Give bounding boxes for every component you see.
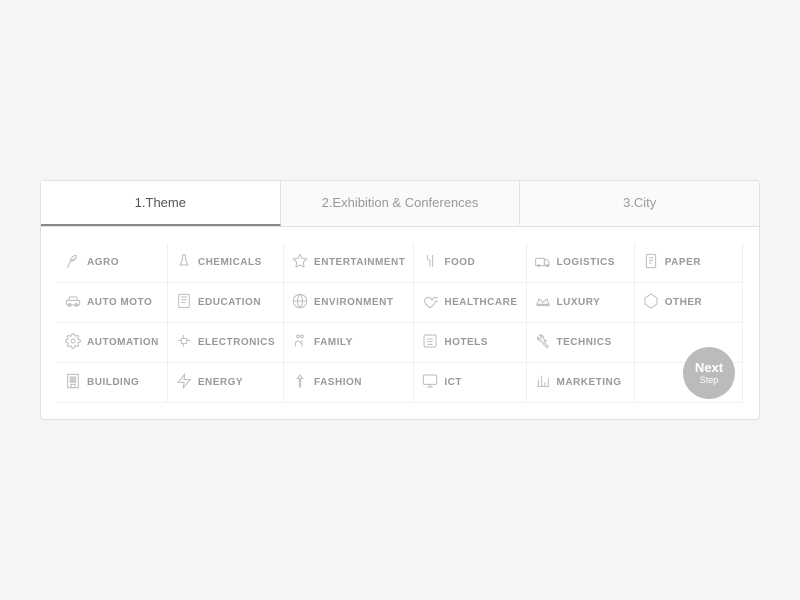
category-label: PAPER	[665, 257, 701, 268]
category-cell-technics[interactable]: TECHNICS	[527, 323, 635, 363]
category-cell-paper[interactable]: PAPER	[635, 243, 743, 283]
category-cell-food[interactable]: FOOD	[414, 243, 526, 283]
category-label: AGRO	[87, 257, 119, 268]
leaf-icon	[65, 253, 81, 272]
wrench-icon	[535, 333, 551, 352]
wizard-container: 1.Theme 2.Exhibition & Conferences 3.Cit…	[40, 180, 760, 420]
heart-icon	[422, 293, 438, 312]
category-cell-hotels[interactable]: HOTELS	[414, 323, 526, 363]
tab-theme[interactable]: 1.Theme	[41, 181, 281, 226]
category-cell-energy[interactable]: ENERGY	[168, 363, 284, 403]
category-label: LOGISTICS	[557, 257, 615, 268]
crown-icon	[535, 293, 551, 312]
category-label: ENVIRONMENT	[314, 297, 393, 308]
star-icon	[292, 253, 308, 272]
tabs-header: 1.Theme 2.Exhibition & Conferences 3.Cit…	[41, 181, 759, 227]
category-label: MARKETING	[557, 377, 622, 388]
tag-icon	[643, 293, 659, 312]
category-label: HOTELS	[444, 337, 488, 348]
energy-icon	[176, 373, 192, 392]
book-icon	[176, 293, 192, 312]
category-label: CHEMICALS	[198, 257, 262, 268]
category-cell-logistics[interactable]: LOGISTICS	[527, 243, 635, 283]
family-icon	[292, 333, 308, 352]
category-cell-other[interactable]: OTHER	[635, 283, 743, 323]
category-label: OTHER	[665, 297, 703, 308]
category-label: FASHION	[314, 377, 362, 388]
category-cell-fashion[interactable]: FASHION	[284, 363, 414, 403]
category-cell-marketing[interactable]: MARKETING	[527, 363, 635, 403]
categories-grid: AGRO CHEMICALS ENTERTAINMENT FOOD LOGISTICS P…	[57, 243, 743, 403]
category-label: ENTERTAINMENT	[314, 257, 405, 268]
category-cell-education[interactable]: EDUCATION	[168, 283, 284, 323]
category-cell-healthcare[interactable]: HEALTHCARE	[414, 283, 526, 323]
building-icon	[65, 373, 81, 392]
category-cell-auto-moto[interactable]: AUTO MOTO	[57, 283, 168, 323]
category-label: AUTO MOTO	[87, 297, 152, 308]
hotel-icon	[422, 333, 438, 352]
chart-icon	[535, 373, 551, 392]
category-cell-agro[interactable]: AGRO	[57, 243, 168, 283]
category-label: TECHNICS	[557, 337, 612, 348]
fork-icon	[422, 253, 438, 272]
flask-icon	[176, 253, 192, 272]
category-cell-ict[interactable]: ICT	[414, 363, 526, 403]
category-label: ICT	[444, 377, 462, 388]
gear-icon	[65, 333, 81, 352]
category-label: AUTOMATION	[87, 337, 159, 348]
category-label: BUILDING	[87, 377, 139, 388]
category-label: ELECTRONICS	[198, 337, 275, 348]
category-label: HEALTHCARE	[444, 297, 517, 308]
category-cell-building[interactable]: BUILDING	[57, 363, 168, 403]
tab-exhibition[interactable]: 2.Exhibition & Conferences	[281, 181, 521, 226]
monitor-icon	[422, 373, 438, 392]
content-area: AGRO CHEMICALS ENTERTAINMENT FOOD LOGISTICS P…	[41, 227, 759, 419]
circuit-icon	[176, 333, 192, 352]
category-cell-environment[interactable]: ENVIRONMENT	[284, 283, 414, 323]
category-label: FAMILY	[314, 337, 353, 348]
tab-city[interactable]: 3.City	[520, 181, 759, 226]
paper-icon	[643, 253, 659, 272]
next-step-button[interactable]: Next Step	[683, 347, 735, 399]
category-label: ENERGY	[198, 377, 243, 388]
category-cell-luxury[interactable]: LUXURY	[527, 283, 635, 323]
category-label: FOOD	[444, 257, 475, 268]
category-label: LUXURY	[557, 297, 601, 308]
category-cell-entertainment[interactable]: ENTERTAINMENT	[284, 243, 414, 283]
category-cell-electronics[interactable]: ELECTRONICS	[168, 323, 284, 363]
car-icon	[65, 293, 81, 312]
truck-icon	[535, 253, 551, 272]
globe-icon	[292, 293, 308, 312]
category-label: EDUCATION	[198, 297, 261, 308]
fashion-icon	[292, 373, 308, 392]
category-cell-automation[interactable]: AUTOMATION	[57, 323, 168, 363]
category-cell-family[interactable]: FAMILY	[284, 323, 414, 363]
category-cell-chemicals[interactable]: CHEMICALS	[168, 243, 284, 283]
